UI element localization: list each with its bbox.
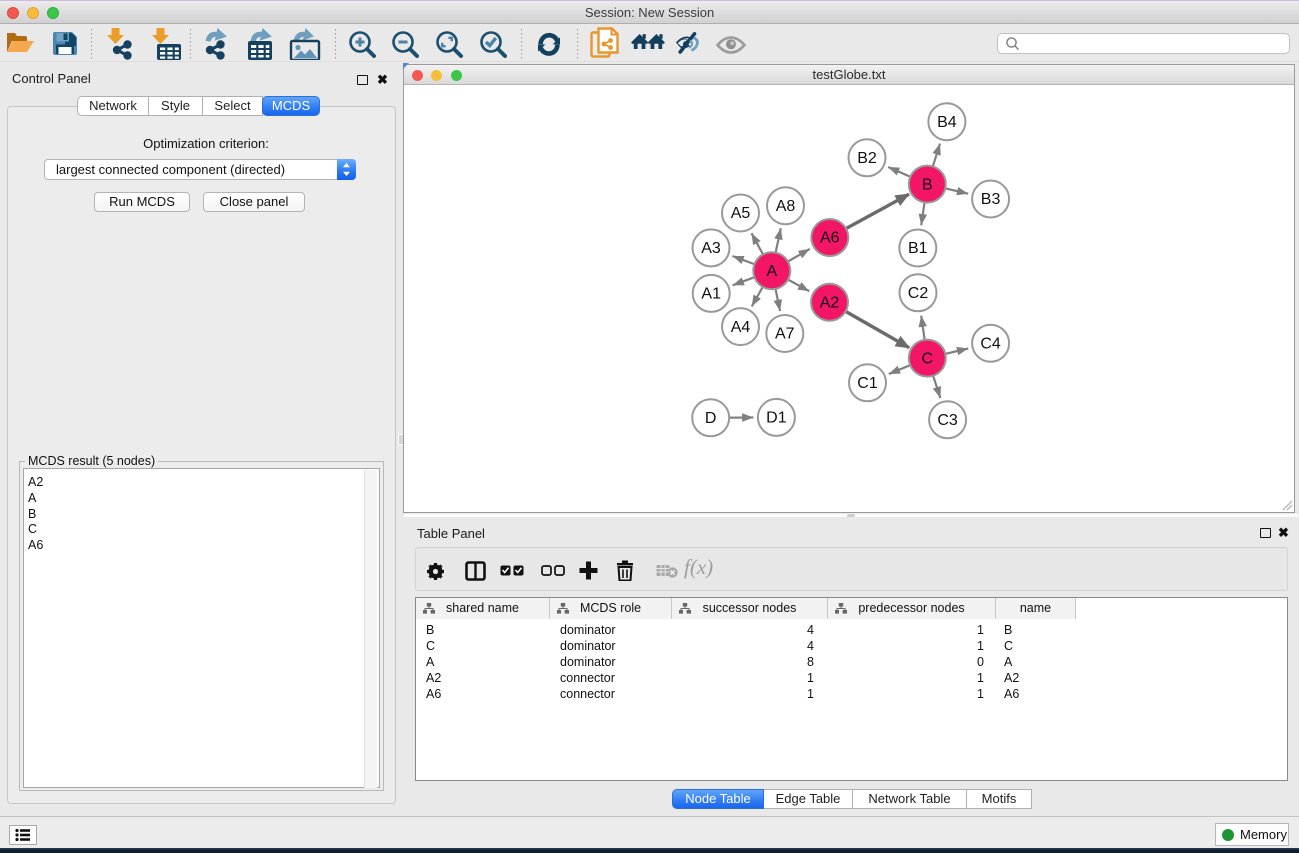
svg-text:C1: C1 [857,375,878,392]
svg-text:A1: A1 [701,286,721,303]
svg-text:B3: B3 [981,191,1001,208]
svg-text:D: D [705,410,717,427]
svg-text:A2: A2 [820,294,840,311]
svg-text:A6: A6 [820,230,840,247]
svg-text:A4: A4 [731,319,751,336]
svg-text:A8: A8 [776,198,796,215]
svg-text:A7: A7 [775,326,795,343]
svg-text:C3: C3 [937,412,958,429]
svg-text:B4: B4 [937,114,957,131]
svg-text:C4: C4 [980,335,1001,352]
svg-text:C2: C2 [908,285,929,302]
svg-text:C: C [922,350,934,367]
svg-text:A: A [766,263,777,280]
svg-text:B: B [922,176,933,193]
svg-text:B1: B1 [908,240,928,257]
svg-text:B2: B2 [857,150,877,167]
svg-text:A5: A5 [731,205,751,222]
svg-text:D1: D1 [766,410,787,427]
svg-text:A3: A3 [701,240,721,257]
